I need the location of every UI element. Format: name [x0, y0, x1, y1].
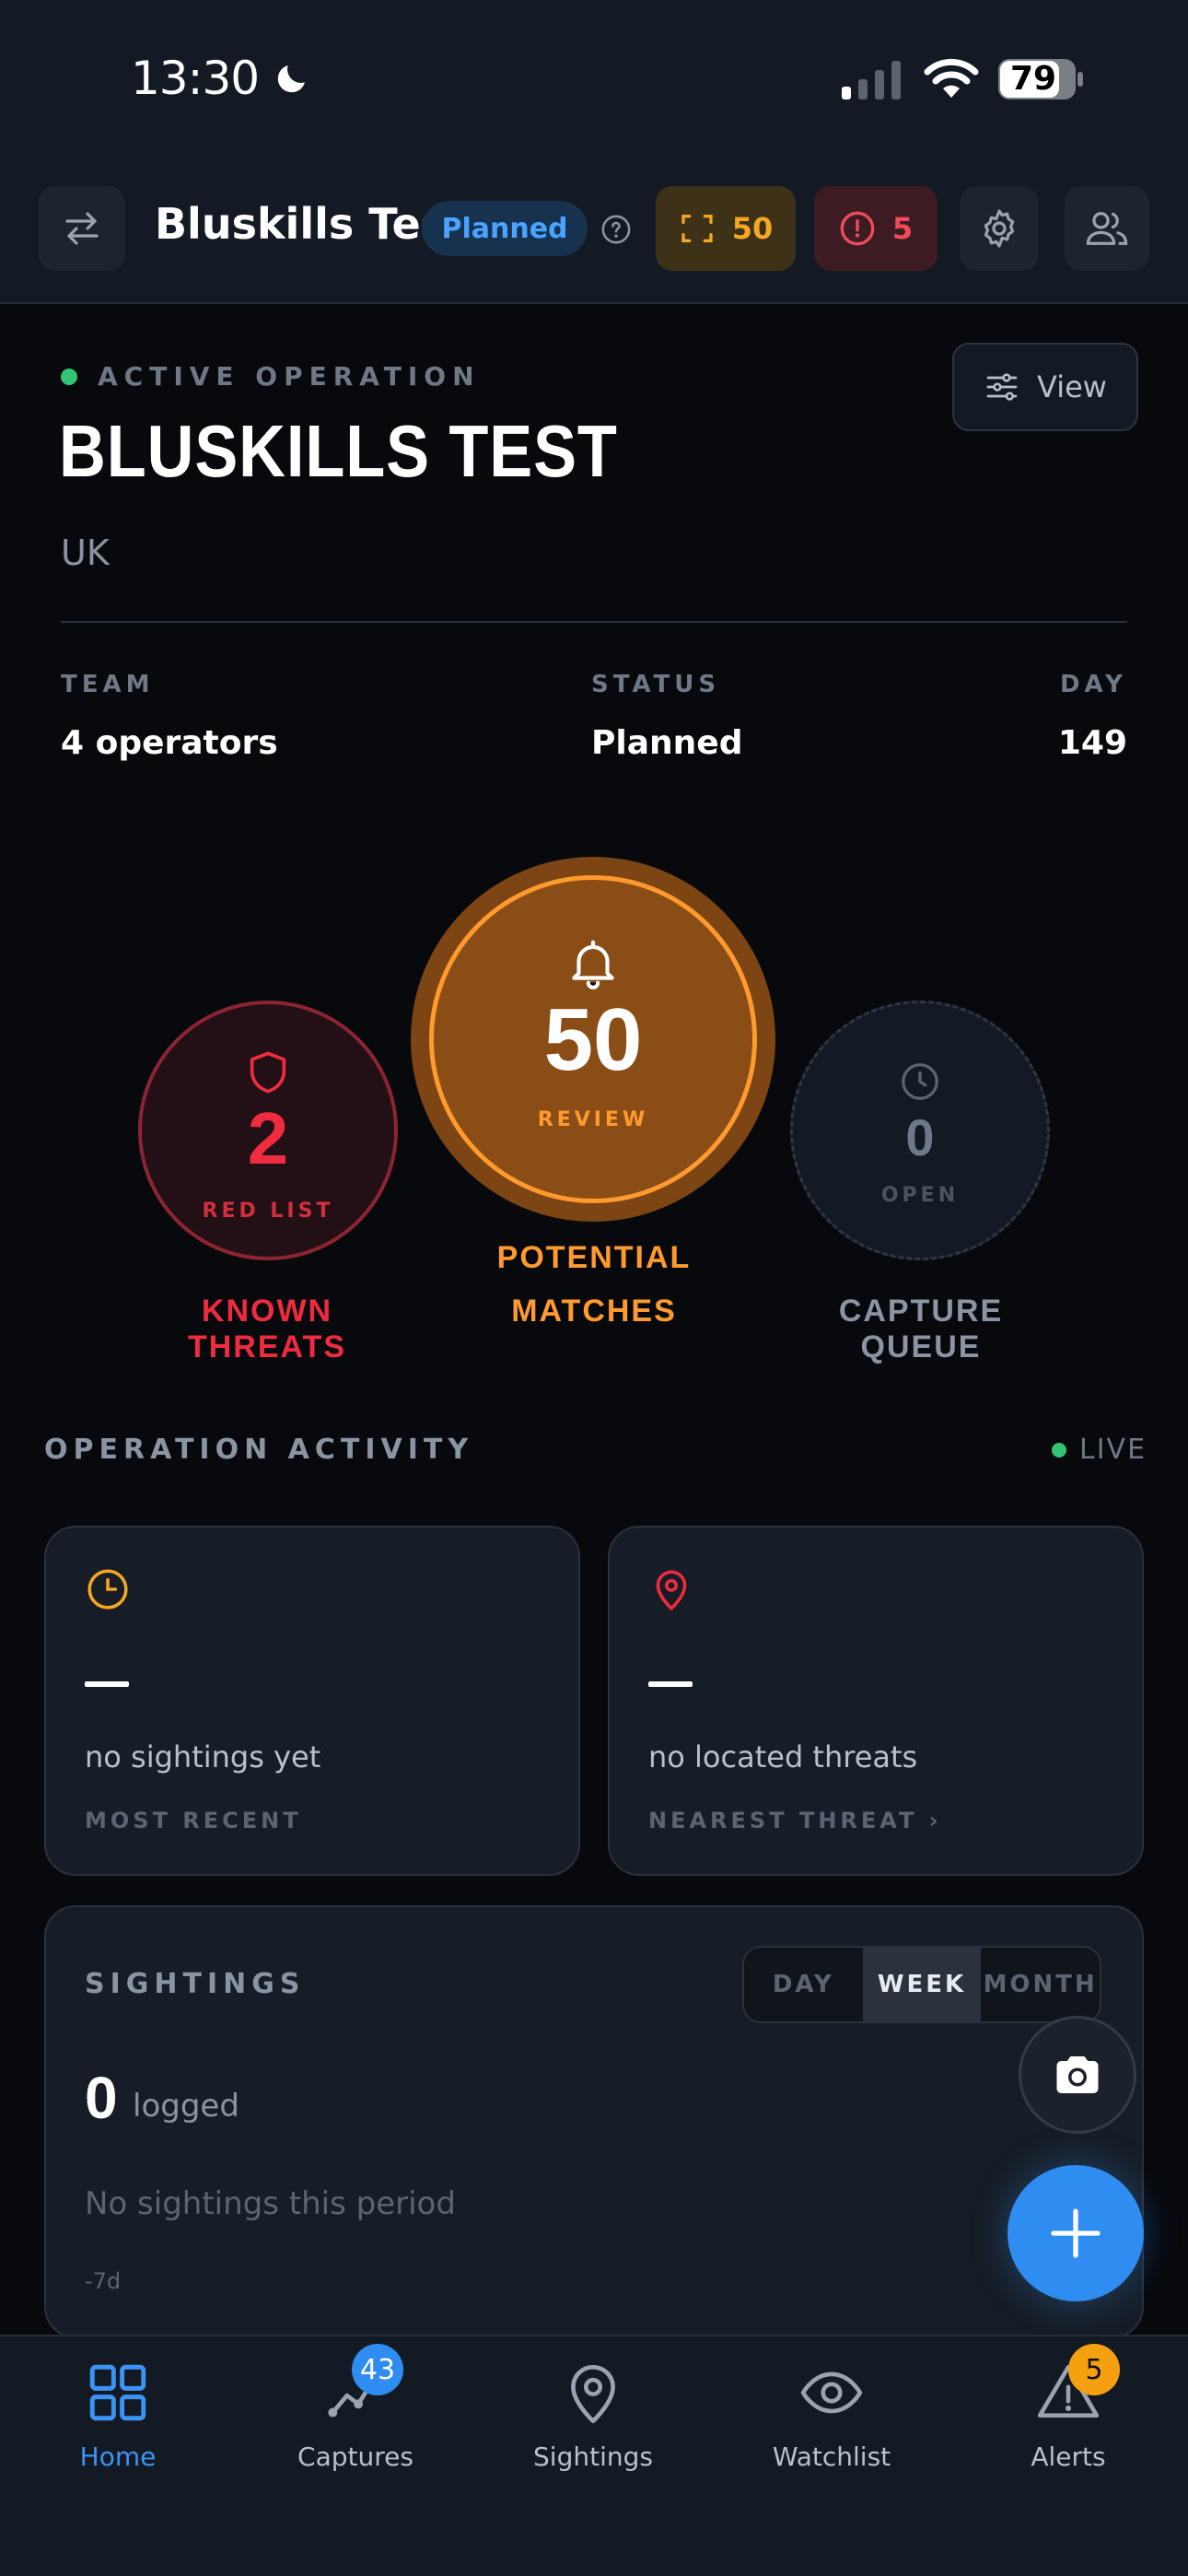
live-indicator: LIVE	[1052, 1434, 1147, 1466]
captures-count: 50	[731, 211, 774, 246]
nearest-threat-text: no located threats	[648, 1739, 918, 1774]
sightings-count-label: logged	[133, 2088, 239, 2125]
capture-queue-sub: OPEN	[880, 1184, 960, 1207]
add-button[interactable]	[1007, 2165, 1144, 2301]
active-status-dot	[61, 368, 77, 385]
capture-queue-value: 0	[905, 1108, 935, 1166]
settings-button[interactable]	[960, 186, 1039, 271]
captures-count-button[interactable]: 50	[656, 186, 796, 271]
period-tab-day[interactable]: DAY	[744, 1948, 863, 2021]
team-value: 4 operators	[61, 724, 278, 762]
camera-icon	[1056, 2056, 1099, 2093]
moon-icon	[277, 65, 305, 93]
tab-alerts[interactable]: Alerts	[967, 2355, 1170, 2502]
known-threats-value: 2	[247, 1097, 289, 1179]
map-pin-icon	[656, 1570, 687, 1610]
active-operation-label: ACTIVE OPERATION	[61, 361, 481, 392]
plus-icon	[1051, 2208, 1101, 2258]
signal-icon	[842, 61, 901, 100]
potential-matches-value: 50	[543, 990, 643, 1089]
clock-icon	[87, 1569, 128, 1610]
switch-operation-button[interactable]	[39, 186, 125, 271]
alerts-badge: 5	[1068, 2344, 1120, 2395]
potential-matches-circle[interactable]: 50 REVIEW	[429, 875, 757, 1203]
most-recent-value	[85, 1681, 129, 1687]
view-button-label: View	[1037, 369, 1107, 404]
day-value: 149	[1057, 724, 1127, 762]
divider	[61, 621, 1127, 623]
operation-location: UK	[61, 533, 110, 573]
nearest-threat-label[interactable]: NEAREST THREAT ›	[648, 1808, 942, 1833]
tab-alerts-label: Alerts	[1031, 2441, 1106, 2472]
map-pin-icon	[571, 2364, 615, 2424]
operation-activity-label: OPERATION ACTIVITY	[44, 1434, 474, 1466]
battery-level: 79	[1009, 60, 1057, 98]
day-label: DAY	[1059, 671, 1127, 698]
period-selector[interactable]: DAY WEEK MONTH	[742, 1946, 1101, 2023]
shield-icon	[250, 1051, 286, 1094]
bell-icon	[572, 940, 614, 989]
scan-frame-icon	[681, 215, 713, 242]
tab-sightings-label: Sightings	[533, 2441, 653, 2472]
known-threats-sub: RED LIST	[202, 1200, 334, 1223]
tab-captures-label: Captures	[297, 2441, 413, 2472]
potential-matches-caption-line1: POTENTIAL	[496, 1240, 692, 1275]
help-icon[interactable]	[600, 214, 632, 245]
alerts-count: 5	[891, 211, 914, 246]
nearest-threat-value	[648, 1681, 693, 1687]
potential-matches-sub: REVIEW	[537, 1108, 649, 1131]
team-button[interactable]	[1065, 186, 1149, 271]
eye-icon	[800, 2371, 863, 2414]
users-icon	[1086, 212, 1128, 245]
gear-icon	[984, 209, 1015, 248]
status-label: STATUS	[591, 671, 721, 698]
tab-sightings[interactable]: Sightings	[492, 2355, 694, 2502]
operation-title: BLUSKILLS TEST	[59, 410, 618, 492]
tab-home-label: Home	[79, 2441, 157, 2472]
sightings-range-label: -7d	[85, 2268, 122, 2294]
alert-circle-icon	[840, 211, 875, 246]
live-dot	[1052, 1442, 1066, 1458]
view-button[interactable]: View	[952, 343, 1138, 431]
active-operation-text: ACTIVE OPERATION	[98, 361, 481, 392]
status-value: Planned	[591, 724, 743, 762]
tab-watchlist-label: Watchlist	[772, 2441, 891, 2472]
status-time: 13:30	[131, 52, 260, 105]
sightings-title: SIGHTINGS	[85, 1968, 306, 2000]
sliders-icon	[986, 373, 1018, 401]
most-recent-label: MOST RECENT	[85, 1808, 302, 1833]
camera-button[interactable]	[1019, 2016, 1136, 2134]
grid-icon	[89, 2364, 146, 2421]
wifi-icon	[924, 58, 979, 98]
tab-home[interactable]: Home	[17, 2355, 219, 2502]
known-threats-circle[interactable]: 2 RED LIST	[138, 1001, 398, 1260]
sightings-count: 0	[85, 2065, 118, 2131]
tab-watchlist[interactable]: Watchlist	[730, 2355, 933, 2502]
header-title: Bluskills Test	[155, 199, 467, 249]
swap-arrows-icon	[65, 212, 99, 245]
team-label: TEAM	[61, 671, 155, 698]
capture-queue-caption: CAPTURE QUEUE	[838, 1294, 1004, 1364]
clock-icon	[902, 1063, 938, 1100]
alerts-count-button[interactable]: 5	[814, 186, 938, 271]
period-tab-month[interactable]: MONTH	[981, 1948, 1100, 2021]
live-text: LIVE	[1079, 1434, 1147, 1466]
captures-badge: 43	[352, 2344, 403, 2395]
sightings-empty-text: No sightings this period	[85, 2185, 456, 2222]
known-threats-caption: KNOWN THREATS	[187, 1294, 347, 1364]
capture-queue-circle[interactable]: 0 OPEN	[790, 1001, 1050, 1260]
status-badge[interactable]: Planned	[422, 201, 588, 256]
period-tab-week[interactable]: WEEK	[862, 1948, 982, 2021]
potential-matches-caption-line2: MATCHES	[511, 1294, 677, 1329]
most-recent-text: no sightings yet	[85, 1739, 321, 1774]
